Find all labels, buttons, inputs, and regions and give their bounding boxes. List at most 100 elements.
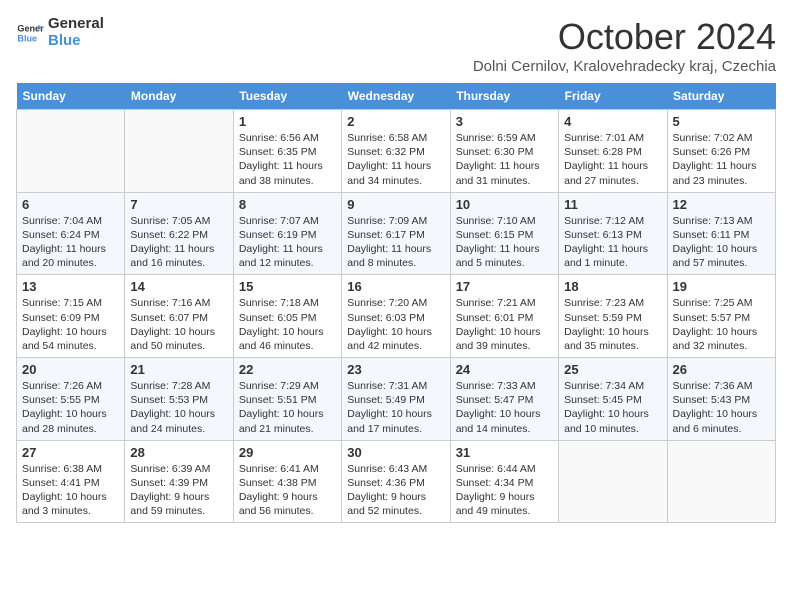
calendar-cell: 18Sunrise: 7:23 AM Sunset: 5:59 PM Dayli… — [559, 275, 667, 358]
day-number: 16 — [347, 279, 444, 294]
logo-general: General — [48, 16, 104, 33]
day-info: Sunrise: 7:25 AM Sunset: 5:57 PM Dayligh… — [673, 296, 770, 353]
week-row-2: 6 Sunrise: 7:04 AM Sunset: 6:24 PM Daylig… — [17, 192, 776, 275]
day-info: Sunrise: 7:20 AM Sunset: 6:03 PM Dayligh… — [347, 296, 444, 353]
day-number: 28 — [130, 445, 227, 460]
calendar-cell — [559, 440, 667, 523]
day-info: Sunrise: 7:05 AM Sunset: 6:22 PM Dayligh… — [130, 214, 227, 271]
logo-icon: General Blue — [16, 19, 44, 47]
day-number: 20 — [22, 362, 119, 377]
month-title: October 2024 — [473, 16, 776, 58]
calendar-cell: 25Sunrise: 7:34 AM Sunset: 5:45 PM Dayli… — [559, 358, 667, 441]
calendar-cell: 28 Sunrise: 6:39 AM Sunset: 4:39 PM Dayli… — [125, 440, 233, 523]
header-row: SundayMondayTuesdayWednesdayThursdayFrid… — [17, 83, 776, 110]
calendar-cell: 8Sunrise: 7:07 AM Sunset: 6:19 PM Daylig… — [233, 192, 341, 275]
logo: General Blue General Blue — [16, 16, 104, 49]
calendar-cell: 21 Sunrise: 7:28 AM Sunset: 5:53 PM Dayli… — [125, 358, 233, 441]
calendar-cell: 11 Sunrise: 7:12 AM Sunset: 6:13 PM Dayli… — [559, 192, 667, 275]
calendar-cell: 9 Sunrise: 7:09 AM Sunset: 6:17 PM Daylig… — [342, 192, 450, 275]
day-number: 21 — [130, 362, 227, 377]
day-info: Sunrise: 7:33 AM Sunset: 5:47 PM Dayligh… — [456, 379, 553, 436]
day-number: 7 — [130, 197, 227, 212]
day-number: 30 — [347, 445, 444, 460]
day-number: 12 — [673, 197, 770, 212]
day-info: Sunrise: 6:38 AM Sunset: 4:41 PM Dayligh… — [22, 462, 119, 519]
day-number: 14 — [130, 279, 227, 294]
weekday-header-sunday: Sunday — [17, 83, 125, 110]
calendar-cell: 7 Sunrise: 7:05 AM Sunset: 6:22 PM Daylig… — [125, 192, 233, 275]
calendar-cell — [667, 440, 775, 523]
calendar-cell: 2Sunrise: 6:58 AM Sunset: 6:32 PM Daylig… — [342, 110, 450, 193]
day-number: 31 — [456, 445, 553, 460]
day-number: 6 — [22, 197, 119, 212]
day-info: Sunrise: 7:31 AM Sunset: 5:49 PM Dayligh… — [347, 379, 444, 436]
day-number: 17 — [456, 279, 553, 294]
calendar-cell: 3Sunrise: 6:59 AM Sunset: 6:30 PM Daylig… — [450, 110, 558, 193]
day-number: 23 — [347, 362, 444, 377]
week-row-3: 13Sunrise: 7:15 AM Sunset: 6:09 PM Dayli… — [17, 275, 776, 358]
calendar-cell: 16 Sunrise: 7:20 AM Sunset: 6:03 PM Dayli… — [342, 275, 450, 358]
calendar-cell: 17 Sunrise: 7:21 AM Sunset: 6:01 PM Dayli… — [450, 275, 558, 358]
day-info: Sunrise: 7:04 AM Sunset: 6:24 PM Dayligh… — [22, 214, 119, 271]
week-row-4: 20 Sunrise: 7:26 AM Sunset: 5:55 PM Dayli… — [17, 358, 776, 441]
svg-text:Blue: Blue — [17, 33, 37, 43]
calendar-cell: 30Sunrise: 6:43 AM Sunset: 4:36 PM Dayli… — [342, 440, 450, 523]
title-block: October 2024 Dolni Cernilov, Kralovehrad… — [473, 16, 776, 75]
day-number: 9 — [347, 197, 444, 212]
day-info: Sunrise: 6:41 AM Sunset: 4:38 PM Dayligh… — [239, 462, 336, 519]
calendar-table: SundayMondayTuesdayWednesdayThursdayFrid… — [16, 83, 776, 523]
day-info: Sunrise: 7:28 AM Sunset: 5:53 PM Dayligh… — [130, 379, 227, 436]
calendar-cell: 31 Sunrise: 6:44 AM Sunset: 4:34 PM Dayli… — [450, 440, 558, 523]
calendar-cell: 5Sunrise: 7:02 AM Sunset: 6:26 PM Daylig… — [667, 110, 775, 193]
weekday-header-monday: Monday — [125, 83, 233, 110]
day-info: Sunrise: 7:21 AM Sunset: 6:01 PM Dayligh… — [456, 296, 553, 353]
day-info: Sunrise: 7:18 AM Sunset: 6:05 PM Dayligh… — [239, 296, 336, 353]
day-info: Sunrise: 7:13 AM Sunset: 6:11 PM Dayligh… — [673, 214, 770, 271]
day-number: 25 — [564, 362, 661, 377]
calendar-cell: 14Sunrise: 7:16 AM Sunset: 6:07 PM Dayli… — [125, 275, 233, 358]
day-info: Sunrise: 6:39 AM Sunset: 4:39 PM Dayligh… — [130, 462, 227, 519]
weekday-header-wednesday: Wednesday — [342, 83, 450, 110]
day-number: 11 — [564, 197, 661, 212]
week-row-1: 1 Sunrise: 6:56 AM Sunset: 6:35 PM Daylig… — [17, 110, 776, 193]
calendar-cell: 15 Sunrise: 7:18 AM Sunset: 6:05 PM Dayli… — [233, 275, 341, 358]
day-info: Sunrise: 6:56 AM Sunset: 6:35 PM Dayligh… — [239, 131, 336, 188]
day-number: 15 — [239, 279, 336, 294]
day-number: 13 — [22, 279, 119, 294]
day-info: Sunrise: 7:26 AM Sunset: 5:55 PM Dayligh… — [22, 379, 119, 436]
calendar-cell: 1 Sunrise: 6:56 AM Sunset: 6:35 PM Daylig… — [233, 110, 341, 193]
day-number: 1 — [239, 114, 336, 129]
day-info: Sunrise: 7:10 AM Sunset: 6:15 PM Dayligh… — [456, 214, 553, 271]
day-number: 22 — [239, 362, 336, 377]
day-number: 2 — [347, 114, 444, 129]
day-info: Sunrise: 6:44 AM Sunset: 4:34 PM Dayligh… — [456, 462, 553, 519]
calendar-cell: 26Sunrise: 7:36 AM Sunset: 5:43 PM Dayli… — [667, 358, 775, 441]
calendar-cell: 29 Sunrise: 6:41 AM Sunset: 4:38 PM Dayli… — [233, 440, 341, 523]
calendar-cell — [125, 110, 233, 193]
weekday-header-thursday: Thursday — [450, 83, 558, 110]
day-info: Sunrise: 7:09 AM Sunset: 6:17 PM Dayligh… — [347, 214, 444, 271]
day-number: 18 — [564, 279, 661, 294]
day-number: 4 — [564, 114, 661, 129]
day-number: 24 — [456, 362, 553, 377]
calendar-cell: 27Sunrise: 6:38 AM Sunset: 4:41 PM Dayli… — [17, 440, 125, 523]
day-number: 8 — [239, 197, 336, 212]
calendar-cell: 6 Sunrise: 7:04 AM Sunset: 6:24 PM Daylig… — [17, 192, 125, 275]
calendar-cell: 4Sunrise: 7:01 AM Sunset: 6:28 PM Daylig… — [559, 110, 667, 193]
weekday-header-tuesday: Tuesday — [233, 83, 341, 110]
day-number: 5 — [673, 114, 770, 129]
page-header: General Blue General Blue October 2024 D… — [16, 16, 776, 75]
day-number: 26 — [673, 362, 770, 377]
calendar-cell — [17, 110, 125, 193]
calendar-cell: 22 Sunrise: 7:29 AM Sunset: 5:51 PM Dayli… — [233, 358, 341, 441]
calendar-cell: 23 Sunrise: 7:31 AM Sunset: 5:49 PM Dayli… — [342, 358, 450, 441]
calendar-cell: 13Sunrise: 7:15 AM Sunset: 6:09 PM Dayli… — [17, 275, 125, 358]
day-number: 3 — [456, 114, 553, 129]
day-info: Sunrise: 7:12 AM Sunset: 6:13 PM Dayligh… — [564, 214, 661, 271]
calendar-cell: 10 Sunrise: 7:10 AM Sunset: 6:15 PM Dayli… — [450, 192, 558, 275]
week-row-5: 27Sunrise: 6:38 AM Sunset: 4:41 PM Dayli… — [17, 440, 776, 523]
calendar-cell: 24 Sunrise: 7:33 AM Sunset: 5:47 PM Dayli… — [450, 358, 558, 441]
day-number: 29 — [239, 445, 336, 460]
day-info: Sunrise: 7:29 AM Sunset: 5:51 PM Dayligh… — [239, 379, 336, 436]
day-number: 10 — [456, 197, 553, 212]
